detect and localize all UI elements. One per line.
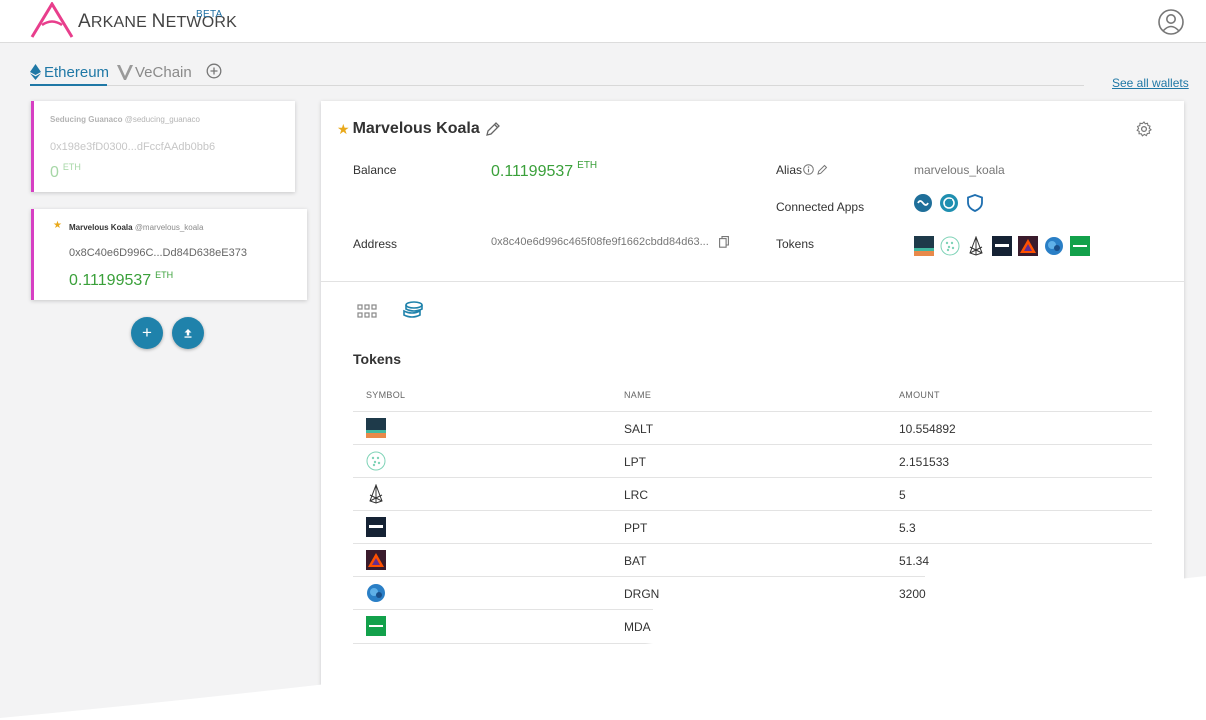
token-amount: 51.34 xyxy=(899,554,930,568)
salt-token-icon xyxy=(914,236,934,256)
column-header-amount: AMOUNT xyxy=(899,390,940,400)
token-name: SALT xyxy=(624,422,654,436)
tab-ethereum[interactable]: Ethereum xyxy=(30,59,109,85)
token-amount: 3200 xyxy=(899,587,926,601)
salt-token-icon xyxy=(366,418,386,438)
wallet-card[interactable]: Seducing Guanaco @seducing_guanaco 0x198… xyxy=(31,101,295,192)
wallet-balance: 0 ETH xyxy=(50,162,81,181)
wallet-name: Seducing Guanaco @seducing_guanaco xyxy=(50,115,200,124)
connected-apps-label: Connected Apps xyxy=(776,200,865,214)
balance-label: Balance xyxy=(353,163,397,177)
wallet-card-selected[interactable]: ★ Marvelous Koala @marvelous_koala 0x8C4… xyxy=(31,209,307,300)
token-name: MDA xyxy=(624,620,651,634)
token-name: DRGN xyxy=(624,587,660,601)
wallet-name: Marvelous Koala @marvelous_koala xyxy=(69,223,204,232)
address-value: 0x8c40e6d996c465f08fe9f1662cbdd84d63... xyxy=(491,236,709,248)
table-row[interactable]: MDA xyxy=(353,609,653,644)
mda-token-icon xyxy=(366,616,386,636)
lrc-token-icon xyxy=(969,236,983,256)
table-row[interactable]: SALT 10.554892 xyxy=(353,411,1152,445)
token-amount: 10.554892 xyxy=(899,422,956,436)
tokens-view-icon[interactable] xyxy=(402,301,424,321)
token-name: LRC xyxy=(624,488,649,502)
table-row[interactable]: PPT 5.3 xyxy=(353,510,1152,544)
beta-badge: BETA xyxy=(196,9,223,20)
active-tab-indicator xyxy=(30,84,107,86)
token-name: BAT xyxy=(624,554,647,568)
table-row[interactable]: LRC 5 xyxy=(353,477,1152,511)
address-label: Address xyxy=(353,237,398,251)
lpt-token-icon xyxy=(940,236,960,256)
info-icon[interactable] xyxy=(803,164,814,175)
add-chain-icon[interactable] xyxy=(206,63,222,79)
column-header-symbol: SYMBOL xyxy=(366,390,406,400)
table-row[interactable]: DRGN 3200 xyxy=(353,576,926,610)
token-amount: 5.3 xyxy=(899,521,916,535)
see-all-wallets-link[interactable]: See all wallets xyxy=(1112,76,1189,90)
table-row[interactable]: BAT 51.34 xyxy=(353,543,1152,577)
connected-app-heart-icon[interactable] xyxy=(914,194,932,212)
alias-label: Alias xyxy=(776,163,803,177)
tokens-heading: Tokens xyxy=(353,351,401,367)
lpt-token-icon xyxy=(366,451,386,471)
top-bar: ARKANE NETWORK BETA xyxy=(0,0,1206,43)
ethereum-icon xyxy=(30,64,41,80)
wallet-title-text: Marvelous Koala xyxy=(352,120,480,137)
table-row[interactable]: LPT 2.151533 xyxy=(353,444,1152,478)
token-name: LPT xyxy=(624,455,647,469)
wallet-title: ★ Marvelous Koala xyxy=(337,120,501,138)
token-amount: 2.151533 xyxy=(899,455,950,469)
tab-vechain-label: VeChain xyxy=(135,63,192,81)
favorite-star-icon[interactable]: ★ xyxy=(337,121,350,138)
user-avatar-icon[interactable] xyxy=(1158,9,1184,35)
ppt-token-icon xyxy=(992,236,1012,256)
tab-vechain[interactable]: VeChain xyxy=(117,59,192,85)
tab-ethereum-label: Ethereum xyxy=(44,63,110,81)
bat-token-icon xyxy=(366,550,386,570)
arkane-logo[interactable] xyxy=(30,2,74,38)
connected-app-shield-icon[interactable] xyxy=(966,194,984,212)
balance-value: 0.11199537 ETH xyxy=(491,160,598,180)
grid-view-icon[interactable] xyxy=(357,304,377,318)
wallet-address: 0x198e3fD0300...dFccfAAdb0bb6 xyxy=(50,141,216,153)
wallet-address: 0x8C40e6D996C...Dd84D638eE373 xyxy=(69,247,247,259)
wallet-balance: 0.11199537 ETH xyxy=(69,270,174,289)
upload-icon xyxy=(184,329,192,338)
tabs-divider xyxy=(30,85,1084,86)
mda-token-icon xyxy=(1070,236,1090,256)
edit-name-icon[interactable] xyxy=(485,121,501,137)
lrc-token-icon xyxy=(369,484,383,504)
token-amount: 5 xyxy=(899,488,906,502)
add-wallet-button[interactable]: + xyxy=(131,317,163,349)
bat-token-icon xyxy=(1018,236,1038,256)
import-wallet-button[interactable] xyxy=(172,317,204,349)
wallet-detail-panel: ★ Marvelous Koala Balance 0.11199537 ETH … xyxy=(321,101,1184,720)
drgn-token-icon xyxy=(367,584,385,602)
favorite-star-icon: ★ xyxy=(53,220,62,231)
vechain-icon xyxy=(117,64,133,80)
alias-value: marvelous_koala xyxy=(914,163,1005,177)
copy-icon[interactable] xyxy=(719,236,729,248)
tokens-label: Tokens xyxy=(776,237,815,251)
settings-gear-icon[interactable] xyxy=(1136,121,1152,137)
drgn-token-icon xyxy=(1045,237,1063,255)
ppt-token-icon xyxy=(366,517,386,537)
column-header-name: NAME xyxy=(624,390,652,400)
section-divider xyxy=(321,281,1184,282)
token-name: PPT xyxy=(624,521,648,535)
edit-alias-icon[interactable] xyxy=(817,164,828,175)
connected-app-swirl-icon[interactable] xyxy=(940,194,958,212)
